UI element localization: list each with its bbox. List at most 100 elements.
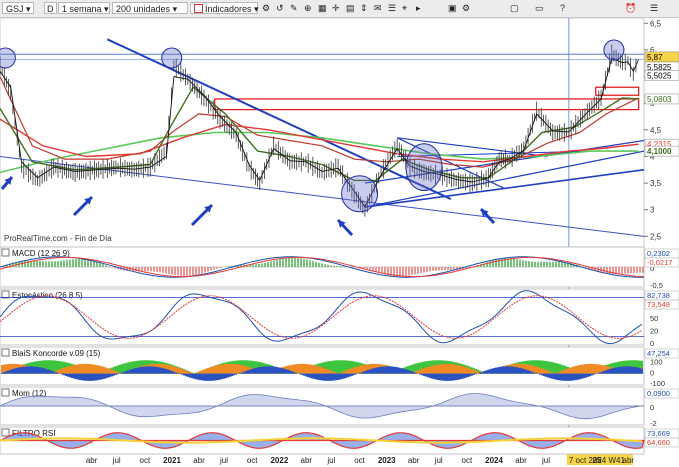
- price-label: 5,5025: [647, 72, 672, 81]
- tb-icon-18[interactable]: ⏰: [625, 2, 636, 14]
- tb-icon-9[interactable]: ✉: [374, 2, 382, 14]
- watermark-label: ProRealTime.com - Fin de Día: [4, 234, 112, 243]
- price-label: 5,0803: [647, 95, 672, 104]
- price-axis-label: 3,5: [650, 179, 662, 188]
- chart-type-icon: ▤: [346, 3, 355, 13]
- panel-collapse-box: [1, 428, 10, 437]
- panel-collapse-box: [1, 248, 10, 257]
- time-axis-label: abr: [408, 456, 420, 465]
- d-button[interactable]: D: [44, 2, 57, 14]
- panel-tick-label: 20: [650, 327, 658, 336]
- panel-value-filtro-rsi: 64,660: [647, 438, 670, 447]
- price-axis-label: 6,5: [650, 19, 662, 28]
- tb-icon-17[interactable]: ?: [560, 2, 565, 14]
- zoom-icon: ⊕: [304, 3, 312, 13]
- tb-icon-6[interactable]: ✛: [332, 2, 340, 14]
- time-axis-label: 2023: [378, 456, 396, 465]
- time-axis-label: 2021: [163, 456, 181, 465]
- time-axis-label: oct: [247, 456, 258, 465]
- price-axis-label: 4,5: [650, 126, 662, 135]
- drawing-icon: ✎: [290, 3, 298, 13]
- time-axis-label: oct: [462, 456, 473, 465]
- toolbar: GSJ ▾ D 1 semana ▾ 200 unidades ▾ Indica…: [0, 0, 679, 18]
- panel-tick-label: 100: [650, 358, 663, 367]
- tb-icon-7[interactable]: ▤: [346, 2, 355, 14]
- time-axis-label: jul: [434, 456, 443, 465]
- tb-icon-8[interactable]: ⇕: [360, 2, 368, 14]
- tb-icon-1[interactable]: ⚙: [262, 2, 270, 14]
- time-axis-label: abr: [301, 456, 313, 465]
- tb-icon-11[interactable]: ⌖: [402, 2, 407, 14]
- symbol-selector[interactable]: GSJ ▾: [2, 2, 34, 14]
- price-axis-label: 3: [650, 206, 655, 215]
- panel-title-koncorde: BlaiS Koncorde v.09 (15): [12, 349, 101, 358]
- panel-tick-label: 0: [650, 368, 654, 377]
- tb-icon-5[interactable]: ▦: [318, 2, 327, 14]
- scale-icon: ⇕: [360, 3, 368, 13]
- panel-value-macd: 0,2302: [647, 249, 670, 258]
- time-axis-label: abr: [515, 456, 527, 465]
- undo-icon: ↺: [276, 3, 284, 13]
- time-axis-label: jul: [112, 456, 121, 465]
- panel-value-stochastic: 73,548: [647, 300, 670, 309]
- price-label: 4,1000: [647, 147, 672, 156]
- d-button-label: D: [47, 4, 54, 14]
- price-axis-label: 2,5: [650, 232, 662, 241]
- panel-tick-label: -2: [650, 419, 657, 428]
- tb-icon-19[interactable]: ☰: [650, 2, 658, 14]
- time-axis-label: jul: [219, 456, 228, 465]
- tb-icon-16[interactable]: ▭: [535, 2, 544, 14]
- menu-icon: ☰: [650, 3, 659, 13]
- tb-icon-14[interactable]: ⚙: [462, 2, 470, 14]
- time-axis-label: oct: [140, 456, 151, 465]
- tb-icon-2[interactable]: ↺: [276, 2, 284, 14]
- period-label: 1 semana: [62, 4, 102, 14]
- price-label: 5,87: [647, 53, 663, 62]
- highlight-circle: [0, 47, 16, 69]
- chart-area: 6,565,554,543,532,55,875,58255,50255,080…: [0, 17, 679, 465]
- period-dropdown[interactable]: 1 semana ▾: [58, 2, 110, 14]
- alarm-icon: ⏰: [625, 3, 637, 13]
- print-icon: ▭: [535, 3, 544, 13]
- indicators-icon: [194, 4, 203, 13]
- time-axis-label: abr: [86, 456, 98, 465]
- panel-value-stochastic: 82,738: [647, 291, 670, 300]
- indicators-label: Indicadores: [205, 4, 252, 14]
- settings-icon: ⚙: [462, 3, 471, 13]
- panel-collapse-box: [1, 348, 10, 357]
- units-dropdown[interactable]: 200 unidades ▾: [112, 2, 188, 14]
- grid-icon: ▦: [318, 3, 327, 13]
- time-axis-label: 2022: [270, 456, 288, 465]
- save-icon: ▢: [510, 3, 519, 13]
- time-axis-label: abr: [623, 456, 635, 465]
- tb-icon-4[interactable]: ⊕: [304, 2, 312, 14]
- indicators-button[interactable]: Indicadores ▾: [190, 2, 259, 14]
- panel-value-koncorde: 47,254: [647, 349, 670, 358]
- cross-icon: ✛: [332, 3, 340, 13]
- layout-icon: ▣: [448, 3, 457, 13]
- panel-tick-label: 0: [650, 403, 654, 412]
- alert-icon: ✉: [374, 3, 382, 13]
- tool-icon: ⌖: [402, 3, 408, 13]
- tb-icon-3[interactable]: ✎: [290, 2, 298, 14]
- time-axis-label: jul: [541, 456, 550, 465]
- tb-icon-12[interactable]: ▸: [416, 2, 421, 14]
- highlight-circle: [405, 143, 443, 192]
- symbol-label: GSJ: [6, 4, 24, 14]
- panel-collapse-box: [1, 388, 10, 397]
- panel-tick-label: 50: [650, 314, 658, 323]
- units-label: 200 unidades: [116, 4, 171, 14]
- help-icon: ?: [560, 3, 566, 13]
- list-icon: ☰: [388, 3, 397, 13]
- time-axis-label: jul: [326, 456, 335, 465]
- highlight-circle: [161, 47, 183, 69]
- wrench-icon: ⚙: [262, 3, 271, 13]
- more-icon: ▸: [416, 3, 421, 13]
- time-axis-label: 25: [592, 456, 601, 465]
- tb-icon-15[interactable]: ▢: [510, 2, 519, 14]
- tb-icon-13[interactable]: ▣: [448, 2, 457, 14]
- tb-icon-10[interactable]: ☰: [388, 2, 396, 14]
- panel-value-macd: -0,0217: [647, 258, 672, 267]
- time-axis-label: oct: [354, 456, 365, 465]
- panel-value-filtro-rsi: 73,669: [647, 429, 670, 438]
